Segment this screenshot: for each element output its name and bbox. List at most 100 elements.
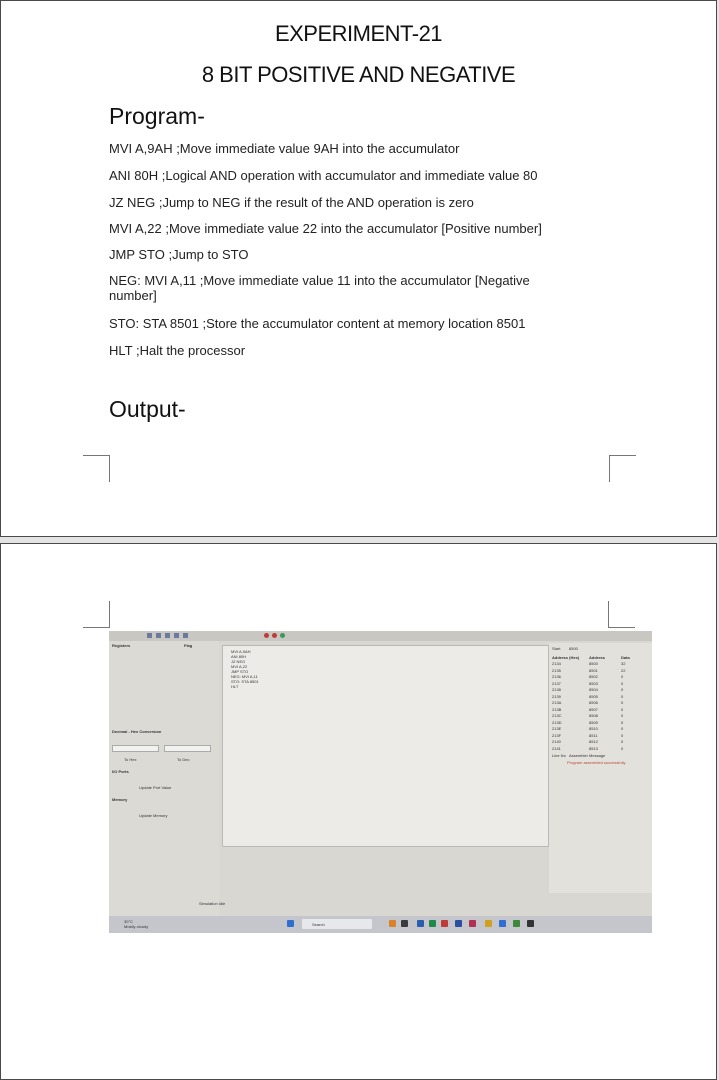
taskbar-app-icon: [401, 920, 408, 927]
toolbar-icon: [174, 633, 179, 638]
line-no-label: Line No: [552, 753, 566, 758]
program-line: MVI A,9AH ;Move immediate value 9AH into…: [109, 141, 460, 156]
table-header-hex: Address (Hex): [552, 655, 580, 660]
memory-table-cell: 8507: [589, 706, 598, 712]
table-header-data: Data: [621, 655, 630, 660]
crop-mark-right: [609, 455, 636, 482]
step-icon: [280, 633, 285, 638]
memory-table-cell: 8506: [589, 700, 598, 705]
program-line: STO: STA 8501 ;Store the accumulator con…: [109, 316, 526, 331]
toolbar-icon: [147, 633, 152, 638]
memory-table-cell: 213A: [552, 700, 562, 705]
crop-mark-left: [83, 601, 110, 628]
output-heading: Output-: [109, 396, 186, 422]
memory-label: Memory: [112, 797, 128, 802]
assembler-message: Program assembled successfully: [567, 760, 626, 765]
memory-table-cell: 2141: [552, 745, 561, 751]
code-editor: MVI A,9AH ANI 80H JZ NEG MVI A,22 JMP ST…: [222, 645, 549, 847]
hex-input: [164, 745, 211, 752]
memory-table-cell: 2136: [552, 674, 561, 679]
memory-table-cell: 0: [621, 674, 624, 679]
taskbar-app-icon: [485, 920, 492, 927]
memory-table-cell: 0: [621, 687, 624, 692]
assembler-message-label: Assembler Message: [569, 753, 606, 758]
memory-table-cell: 0: [621, 739, 624, 744]
to-dec-button: To Dec: [177, 757, 190, 762]
memory-table-cell: 22: [621, 667, 626, 673]
memory-table-cell: 213E: [552, 726, 562, 731]
registers-panel: Registers Flag Decimal - Hex Conversion …: [109, 641, 225, 916]
memory-table-cell: 8509: [589, 719, 598, 725]
taskbar-app-icon: [389, 920, 396, 927]
io-ports-label: I/O Ports: [112, 769, 129, 774]
update-port-button: Update Port Value: [139, 785, 172, 790]
memory-table-cell: 8503: [589, 680, 598, 686]
weather-desc: Mostly cloudy: [124, 924, 149, 929]
search-placeholder: Search: [312, 922, 325, 927]
flag-label: Flag: [184, 643, 193, 648]
taskbar-app-icon: [469, 920, 476, 927]
taskbar-app-icon: [417, 920, 424, 927]
taskbar-app-icon: [513, 920, 520, 927]
windows-taskbar: 30°C Mostly cloudy Search: [109, 916, 652, 933]
memory-table-cell: 0: [621, 745, 624, 751]
update-memory-button: Update Memory: [139, 813, 168, 818]
memory-table-cell: 0: [621, 732, 624, 738]
memory-table-cell: 0: [621, 713, 624, 718]
dec-hex-label: Decimal - Hex Conversion: [112, 729, 162, 734]
program-heading: Program-: [109, 103, 205, 129]
code-line: HLT: [231, 684, 239, 689]
toolbar-icon: [183, 633, 188, 638]
simulator-screenshot-photo: Registers Flag Decimal - Hex Conversion …: [109, 631, 652, 933]
memory-table-cell: 213D: [552, 719, 562, 725]
experiment-title: EXPERIMENT-21: [274, 21, 443, 46]
experiment-subtitle: 8 BIT POSITIVE AND NEGATIVE: [201, 62, 516, 87]
memory-table-cell: 8512: [589, 739, 598, 744]
taskbar-search: Search: [302, 919, 372, 929]
to-hex-button: To Hex: [124, 757, 137, 762]
memory-table-cell: 213B: [552, 706, 562, 712]
memory-table-cell: 213C: [552, 713, 562, 718]
memory-table-cell: 8510: [589, 726, 598, 731]
memory-table-cell: 2134: [552, 661, 561, 666]
memory-table-cell: 0: [621, 719, 624, 725]
taskbar-app-icon: [455, 920, 462, 927]
document-page-2: Registers Flag Decimal - Hex Conversion …: [0, 543, 717, 1080]
memory-table-cell: 0: [621, 680, 624, 686]
taskbar-app-icon: [527, 920, 534, 927]
memory-table-cell: 8500: [589, 661, 598, 666]
start-value: 8500: [569, 646, 578, 651]
memory-table-cell: 8505: [589, 693, 598, 699]
taskbar-app-icon: [441, 920, 448, 927]
memory-table-cell: 213F: [552, 732, 562, 738]
program-line: JMP STO ;Jump to STO: [109, 247, 249, 262]
crop-mark-left: [83, 455, 110, 482]
windows-start-icon: [287, 920, 294, 927]
taskbar-app-icon: [429, 920, 436, 927]
program-line: HLT ;Halt the processor: [109, 343, 246, 358]
memory-table-cell: 0: [621, 706, 624, 712]
toolbar-icon: [165, 633, 170, 638]
memory-table-cell: 0: [621, 726, 624, 731]
stop-icon: [272, 633, 277, 638]
memory-table-cell: 0: [621, 700, 624, 705]
memory-table-cell: 8513: [589, 745, 598, 751]
memory-table-cell: 32: [621, 661, 626, 666]
crop-mark-right: [608, 601, 635, 628]
memory-table-cell: 2138: [552, 687, 561, 692]
simulator-toolbar: [109, 631, 652, 641]
registers-label: Registers: [112, 643, 131, 648]
simulation-status: Simulation Idle: [199, 901, 226, 906]
memory-table-cell: 8504: [589, 687, 598, 692]
table-header-address: Address: [589, 655, 606, 660]
memory-table-cell: 2140: [552, 739, 561, 744]
memory-table-panel: Start 8500 Address (Hex) Address Data 21…: [549, 643, 652, 893]
memory-table-cell: 8502: [589, 674, 598, 679]
program-line: NEG: MVI A,11 ;Move immediate value 11 i…: [109, 273, 530, 303]
program-line: MVI A,22 ;Move immediate value 22 into t…: [109, 221, 542, 236]
decimal-input: [112, 745, 159, 752]
run-icon: [264, 633, 269, 638]
start-label: Start: [552, 646, 561, 651]
memory-table-cell: 2135: [552, 667, 561, 673]
memory-table-cell: 2137: [552, 680, 561, 686]
